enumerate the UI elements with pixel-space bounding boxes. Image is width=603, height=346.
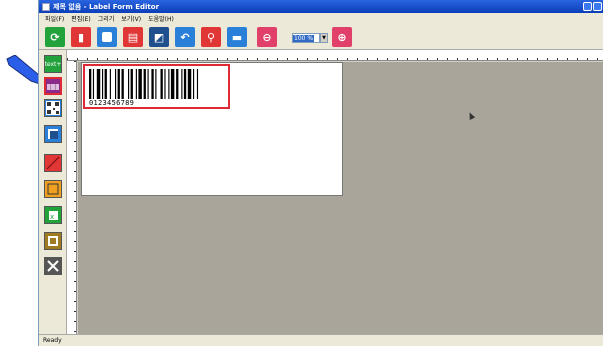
menu-bar: 파일(F) 편집(E) 그리기 보기(V) 도움말(H) bbox=[39, 13, 603, 24]
zoom-in-icon: ⊕ bbox=[337, 30, 347, 44]
database-tool[interactable] bbox=[44, 232, 62, 250]
barcode-graphic bbox=[89, 69, 199, 99]
menu-view[interactable]: 보기(V) bbox=[121, 14, 141, 23]
barcode-tool[interactable] bbox=[44, 77, 62, 95]
line-icon bbox=[46, 156, 60, 170]
barcode-text: 0123456789 bbox=[89, 99, 135, 107]
tool-palette: text+ x bbox=[39, 50, 67, 334]
svg-text:x: x bbox=[50, 213, 54, 221]
image-tool[interactable] bbox=[44, 125, 62, 143]
menu-file[interactable]: 파일(F) bbox=[45, 14, 64, 23]
menu-draw[interactable]: 그리기 bbox=[98, 14, 115, 23]
excel-icon: x bbox=[49, 211, 58, 221]
open-button[interactable]: ▮ bbox=[71, 27, 91, 47]
design-workspace[interactable]: 0123456789 bbox=[78, 62, 603, 334]
refresh-icon: ⟳ bbox=[50, 30, 60, 44]
horizontal-ruler bbox=[67, 50, 603, 61]
pin-icon: ⚲ bbox=[206, 30, 216, 44]
app-icon bbox=[42, 2, 50, 11]
window-title: 제목 없음 - Label Form Editor bbox=[53, 2, 160, 11]
zoom-in-button[interactable]: ⊕ bbox=[332, 27, 352, 47]
minimize-button[interactable] bbox=[583, 2, 592, 11]
barcode-icon bbox=[47, 84, 59, 90]
zoom-out-icon: ⊖ bbox=[262, 30, 272, 44]
menu-help[interactable]: 도움말(H) bbox=[148, 14, 174, 23]
device-icon: ▬ bbox=[231, 30, 243, 44]
title-bar: 제목 없음 - Label Form Editor bbox=[39, 0, 603, 13]
undo-icon: ↶ bbox=[180, 30, 190, 44]
settings-tool[interactable] bbox=[44, 257, 62, 275]
location-button[interactable]: ⚲ bbox=[201, 27, 221, 47]
rectangle-tool[interactable] bbox=[44, 180, 62, 198]
status-bar: Ready bbox=[39, 334, 603, 346]
undo-button[interactable]: ↶ bbox=[175, 27, 195, 47]
print-button[interactable]: ▤ bbox=[123, 27, 143, 47]
application-window: 제목 없음 - Label Form Editor 파일(F) 편집(E) 그리… bbox=[38, 0, 603, 346]
save-button[interactable] bbox=[97, 27, 117, 47]
toolbar: ⟳ ▮ ▤ ◩ ↶ ⚲ ▬ ⊖ 100 % ▼ ⊕ bbox=[39, 24, 603, 50]
qrcode-icon bbox=[46, 101, 60, 115]
new-button[interactable]: ⟳ bbox=[45, 27, 65, 47]
maximize-button[interactable] bbox=[593, 2, 602, 11]
save-icon bbox=[102, 32, 112, 42]
menu-edit[interactable]: 편집(E) bbox=[71, 14, 91, 23]
export-button[interactable]: ◩ bbox=[149, 27, 169, 47]
zoom-select[interactable]: 100 % bbox=[292, 33, 320, 43]
text-tool-label: text+ bbox=[44, 60, 62, 68]
zoom-out-button[interactable]: ⊖ bbox=[257, 27, 277, 47]
chevron-down-icon[interactable]: ▼ bbox=[320, 33, 328, 43]
database-icon bbox=[48, 236, 58, 246]
label-canvas[interactable]: 0123456789 bbox=[81, 62, 343, 196]
rectangle-icon bbox=[47, 183, 59, 195]
status-text: Ready bbox=[43, 337, 62, 344]
mouse-cursor-icon bbox=[466, 111, 476, 120]
zoom-value: 100 % bbox=[293, 34, 315, 42]
export-icon: ◩ bbox=[153, 30, 165, 44]
text-tool[interactable]: text+ bbox=[44, 55, 62, 73]
excel-tool[interactable]: x bbox=[44, 206, 62, 224]
qrcode-tool[interactable] bbox=[44, 99, 62, 117]
image-icon bbox=[48, 129, 58, 139]
printer-icon: ▤ bbox=[127, 30, 139, 44]
wrench-icon bbox=[47, 260, 59, 272]
barcode-object[interactable]: 0123456789 bbox=[83, 64, 230, 109]
device-button[interactable]: ▬ bbox=[227, 27, 247, 47]
vertical-ruler bbox=[67, 61, 77, 334]
line-tool[interactable] bbox=[44, 154, 62, 172]
open-icon: ▮ bbox=[77, 30, 85, 44]
